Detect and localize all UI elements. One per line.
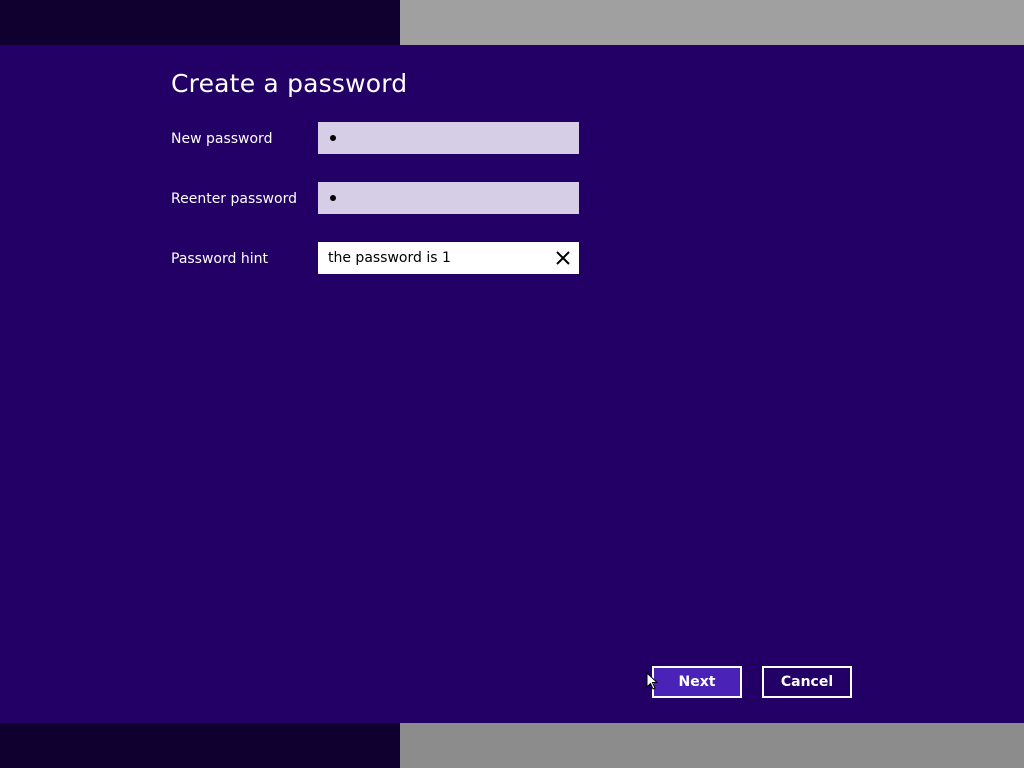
bottom-bar [0,723,1024,768]
mouse-cursor-icon [646,671,660,696]
next-button[interactable]: Next [652,666,742,698]
reenter-password-label: Reenter password [171,191,297,207]
reenter-password-field[interactable] [318,182,579,214]
new-password-field[interactable] [318,122,579,154]
password-hint-input[interactable] [318,242,579,274]
page-title: Create a password [171,69,408,98]
top-bar [0,0,1024,45]
bottom-bar-dark-segment [0,723,400,768]
password-hint-label: Password hint [171,251,268,267]
reenter-password-mask-dot [330,195,336,201]
new-password-label: New password [171,131,273,147]
close-icon [556,251,570,265]
create-password-panel: Create a password New password Reenter p… [0,45,1024,723]
top-bar-dark-segment [0,0,400,45]
new-password-mask-dot [330,135,336,141]
clear-hint-button[interactable] [553,248,573,268]
bottom-bar-grey-segment [400,723,1024,768]
cancel-button[interactable]: Cancel [762,666,852,698]
top-bar-grey-segment [400,0,1024,45]
